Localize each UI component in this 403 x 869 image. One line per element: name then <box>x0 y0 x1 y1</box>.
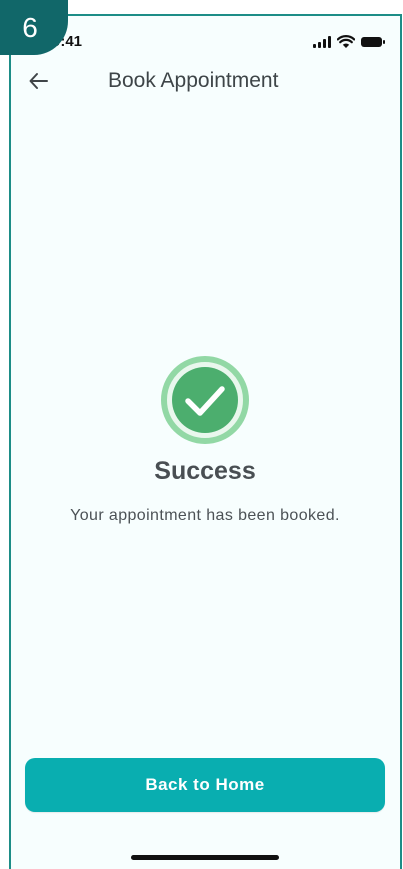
status-bar-icons <box>313 35 385 49</box>
success-heading: Success <box>154 457 256 485</box>
success-message: Your appointment has been booked. <box>70 507 340 524</box>
home-indicator <box>131 855 279 860</box>
page-title: Book Appointment <box>108 69 279 92</box>
signal-icon <box>313 36 331 48</box>
arrow-left-icon[interactable] <box>27 69 51 93</box>
check-circle-icon <box>161 356 249 444</box>
wifi-icon <box>337 35 355 48</box>
battery-icon <box>361 37 385 47</box>
back-to-home-button[interactable]: Back to Home <box>25 758 385 812</box>
